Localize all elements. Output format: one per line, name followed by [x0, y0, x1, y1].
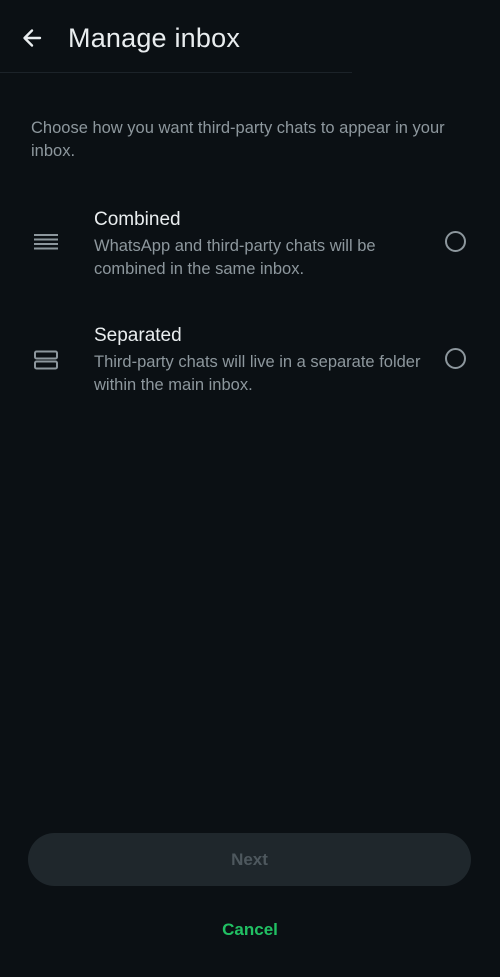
- header-divider: [0, 72, 352, 73]
- option-separated-title: Separated: [94, 325, 182, 346]
- back-button[interactable]: [12, 18, 52, 58]
- option-combined-title: Combined: [94, 209, 181, 230]
- option-combined-description: WhatsApp and third-party chats will be c…: [94, 237, 376, 278]
- option-combined[interactable]: Combined WhatsApp and third-party chats …: [0, 200, 500, 290]
- intro-text: Choose how you want third-party chats to…: [31, 119, 445, 160]
- option-separated-radio[interactable]: [445, 348, 466, 369]
- option-separated[interactable]: Separated Third-party chats will live in…: [0, 316, 500, 406]
- split-boxes-icon: [34, 350, 58, 370]
- stacked-lines-icon: [34, 234, 58, 250]
- option-combined-radio[interactable]: [445, 231, 466, 252]
- page-title: Manage inbox: [68, 23, 241, 53]
- option-separated-description: Third-party chats will live in a separat…: [94, 353, 421, 394]
- cancel-button[interactable]: Cancel: [0, 916, 500, 944]
- next-button[interactable]: Next: [28, 833, 471, 886]
- arrow-left-icon: [23, 29, 42, 47]
- app-header: Manage inbox: [0, 0, 500, 74]
